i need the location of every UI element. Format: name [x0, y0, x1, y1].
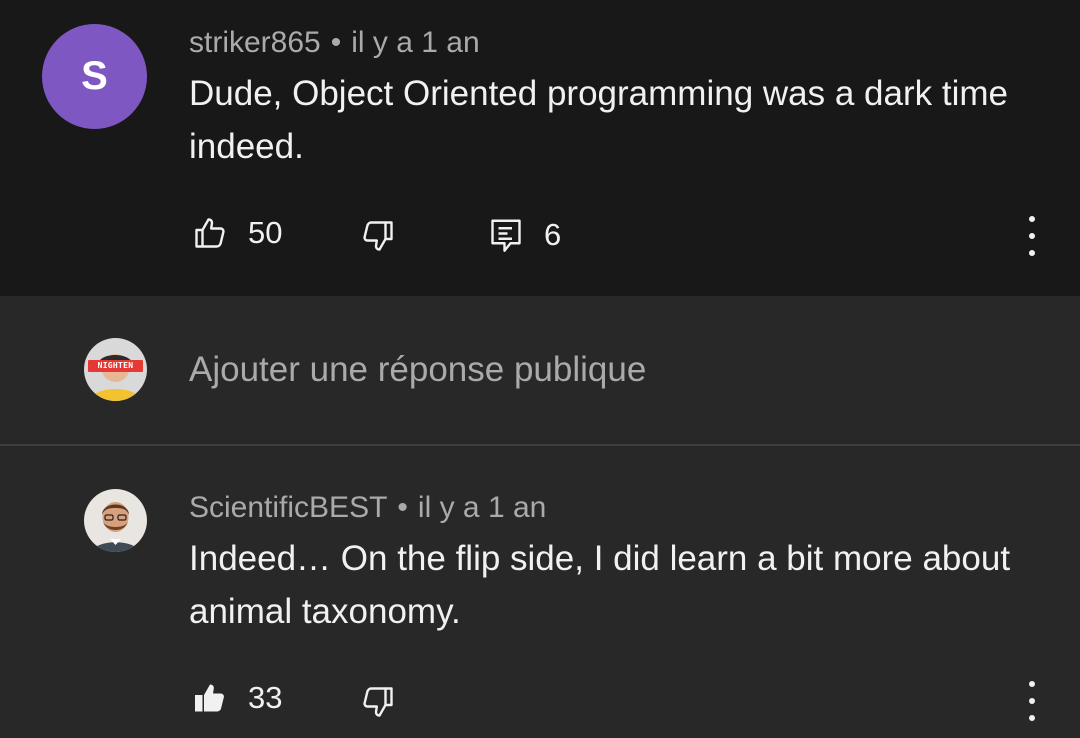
comment-meta: striker865 • il y a 1 an: [189, 26, 480, 60]
thumb-up-filled-icon: [195, 684, 224, 712]
reply-author-avatar[interactable]: [84, 489, 147, 552]
reply-author-avatar-image: [84, 489, 147, 552]
thumb-down-outline-icon: [363, 221, 393, 251]
thumb-up-outline-icon: [195, 218, 225, 248]
more-vertical-icon: [1029, 216, 1035, 222]
meta-separator: •: [397, 491, 408, 524]
author-name[interactable]: striker865: [189, 26, 321, 59]
reply-like-count: 33: [248, 680, 283, 715]
more-vertical-icon: [1029, 681, 1035, 687]
reply-count: 6: [544, 217, 562, 252]
user-avatar[interactable]: NIGHTEN: [84, 338, 147, 401]
thumb-down-outline-icon: [363, 687, 393, 717]
reply-text: Indeed… On the flip side, I did learn a …: [189, 539, 1011, 631]
reply-dislike-button[interactable]: [360, 684, 396, 720]
meta-separator: •: [330, 26, 342, 59]
avatar-badge-text: NIGHTEN: [97, 361, 134, 370]
replies-button[interactable]: 6: [488, 216, 561, 254]
reply-more-options-button[interactable]: [1026, 681, 1038, 721]
author-avatar[interactable]: S: [42, 24, 147, 129]
like-button[interactable]: 50: [192, 215, 282, 251]
like-count: 50: [248, 215, 283, 250]
reply-author-name[interactable]: ScientificBEST: [189, 491, 387, 524]
comment-thread: S striker865 • il y a 1 an Dude, Object Or…: [0, 0, 1080, 296]
reply-meta: ScientificBEST • il y a 1 an: [189, 491, 546, 525]
reply-time: il y a 1 an: [417, 491, 547, 524]
comment-time: il y a 1 an: [351, 26, 480, 59]
comment-icon: [491, 219, 521, 252]
comments-screen: S striker865 • il y a 1 an Dude, Object Or…: [0, 0, 1080, 738]
more-options-button[interactable]: [1026, 216, 1038, 256]
reply-input[interactable]: Ajouter une réponse publique: [189, 350, 646, 390]
dislike-button[interactable]: [360, 218, 396, 254]
reply-like-button[interactable]: 33: [192, 680, 282, 716]
comment-text: Dude, Object Oriented programming was a …: [189, 74, 1008, 166]
